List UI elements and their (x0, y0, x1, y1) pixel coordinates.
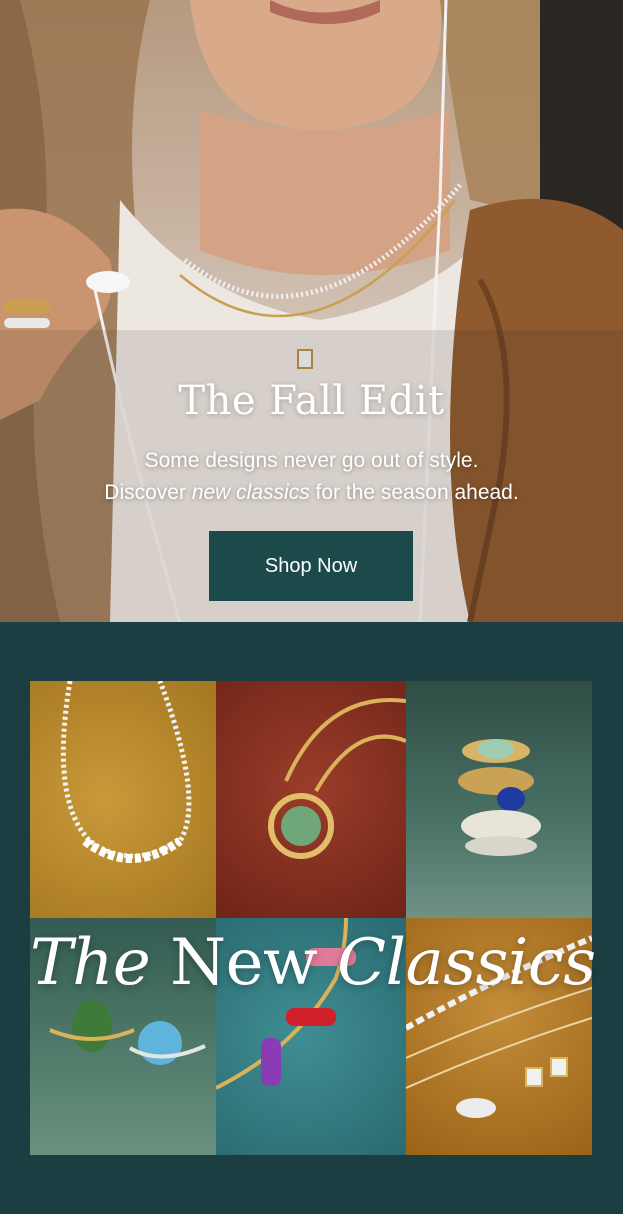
title-word-the: The (30, 926, 151, 1000)
new-classics-title: The New Classics (30, 926, 596, 1000)
hero-subtitle-emphasis: new classics (191, 481, 310, 504)
hero-banner[interactable]: The Fall Edit Some designs never go out … (0, 0, 623, 622)
hero-subtitle-line2: Discover new classics for the season ahe… (0, 477, 623, 509)
title-word-new: New (170, 926, 318, 1000)
pendant-image (268, 698, 406, 859)
title-word-classics: Classics (337, 926, 596, 1000)
new-classics-section[interactable]: The New Classics (0, 622, 623, 1214)
stacked-rings-photo[interactable] (406, 681, 592, 918)
rings-image (458, 739, 541, 856)
hero-subtitle-prefix: Discover (104, 481, 192, 504)
email-page: The Fall Edit Some designs never go out … (0, 0, 623, 1214)
hero-title: The Fall Edit (178, 378, 445, 424)
hero-photo (0, 0, 623, 622)
green-pendant-photo[interactable] (216, 681, 406, 918)
jewelry-photo-grid[interactable]: The New Classics (30, 681, 596, 1155)
hero-subtitle-suffix: for the season ahead. (309, 481, 519, 504)
hero-subtitle-line1: Some designs never go out of style. (144, 449, 479, 472)
necklace-image (60, 681, 192, 863)
tennis-necklace-photo[interactable] (30, 681, 216, 918)
shop-now-button[interactable]: Shop Now (209, 531, 413, 601)
hero-subtitle: Some designs never go out of style. Disc… (0, 445, 623, 509)
